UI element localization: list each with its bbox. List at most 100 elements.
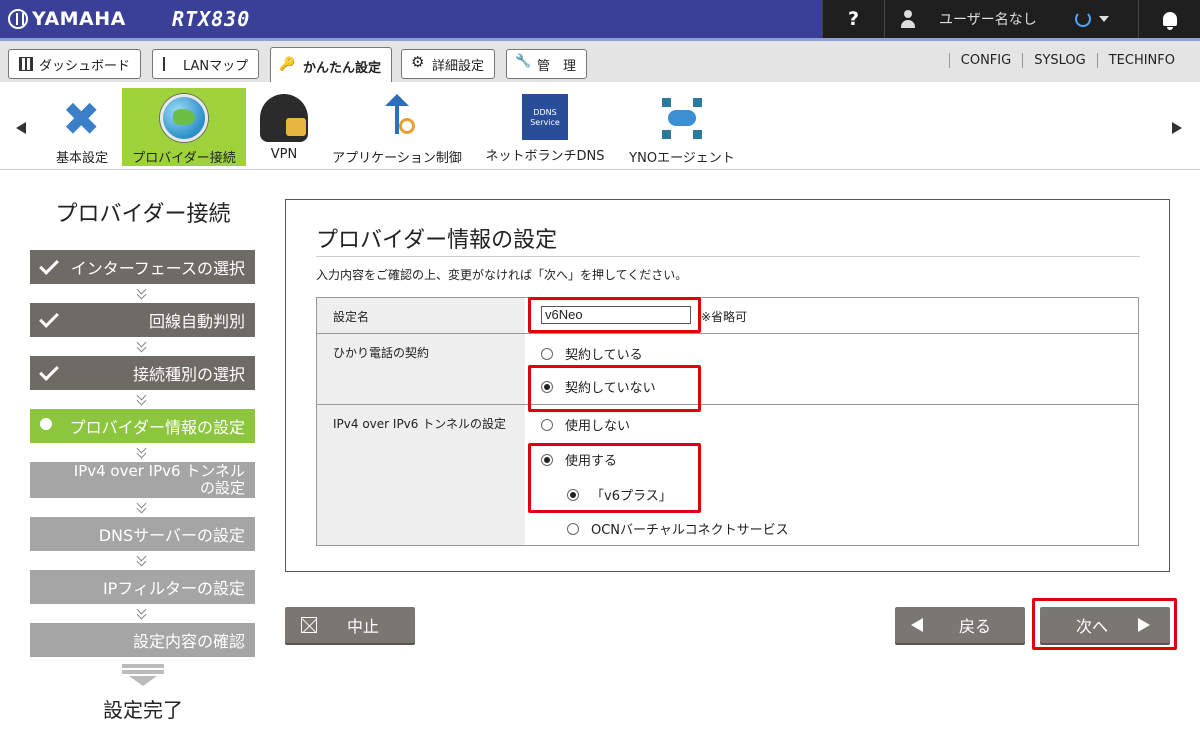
step-label-line2: の設定	[199, 479, 245, 497]
row-label: ひかり電話の契約	[317, 334, 525, 404]
step-interface-select[interactable]: インターフェースの選択	[30, 250, 255, 284]
double-chevron-down-icon	[137, 341, 147, 353]
top-links: CONFIG SYSLOG TECHINFO	[948, 53, 1186, 68]
user-name: ユーザー名なし	[939, 12, 1037, 28]
row-setting-name: 設定名 v6Neo ※省略可	[317, 298, 1138, 334]
step-ip-filter: IPフィルターの設定	[30, 570, 255, 604]
tab-dashboard[interactable]: ダッシュボード	[8, 49, 142, 79]
syslog-link[interactable]: SYSLOG	[1022, 53, 1097, 68]
magnifier-icon	[399, 118, 415, 134]
row-hikari-phone: ひかり電話の契約 契約している 契約していない	[317, 334, 1138, 405]
feature-netvolante-dns[interactable]: DDNS Service ネットボランチDNS	[482, 88, 608, 166]
tab-label: 詳細設定	[432, 58, 485, 74]
cloud-icon	[668, 110, 696, 126]
triangle-left-icon	[911, 618, 923, 632]
feature-label: プロバイダー接続	[132, 151, 236, 166]
back-label: 戻る	[959, 617, 992, 636]
double-chevron-down-icon	[137, 502, 147, 514]
yamaha-logo-icon	[8, 9, 28, 29]
row-label: IPv4 over IPv6 トンネルの設定	[317, 405, 525, 545]
check-icon	[39, 308, 59, 328]
step-dns-server: DNSサーバーの設定	[30, 517, 255, 551]
panel-description: 入力内容をご確認の上、変更がなければ「次へ」を押してください。	[316, 268, 688, 282]
tab-label: 管 理	[537, 58, 577, 74]
settings-table: 設定名 v6Neo ※省略可 ひかり電話の契約 契約している 契約していない I…	[316, 297, 1139, 546]
tab-lan-map[interactable]: LANマップ	[152, 49, 260, 79]
radio-phone-contracted[interactable]: 契約している	[541, 344, 643, 363]
help-button[interactable]: ?	[822, 0, 884, 38]
node-icon	[693, 98, 702, 107]
radio-button[interactable]	[567, 522, 579, 535]
back-button[interactable]: 戻る	[895, 607, 1025, 643]
feature-application-control[interactable]: アプリケーション制御	[328, 88, 466, 166]
loading-spinner-icon	[1074, 11, 1091, 27]
brand-logo: YAMAHA	[8, 8, 126, 30]
feature-icon-bar: 基本設定 プロバイダー接続 VPN アプリケーション制御 DDNS Servic…	[0, 82, 1200, 170]
radio-tunnel-disabled[interactable]: 使用しない	[541, 415, 630, 434]
step-line-auto-detect[interactable]: 回線自動判別	[30, 303, 255, 337]
current-step-icon	[40, 418, 52, 430]
step-finish: 設定完了	[103, 698, 183, 722]
help-icon: ?	[847, 8, 860, 30]
node-icon	[693, 130, 702, 139]
bell-icon	[1162, 12, 1177, 30]
user-menu[interactable]: ユーザー名なし	[884, 0, 1138, 38]
step-label: IPv4 over IPv6 トンネル	[73, 462, 245, 480]
model-name: RTX830	[172, 7, 251, 31]
next-label: 次へ	[1076, 617, 1109, 636]
scroll-left-icon[interactable]	[16, 122, 26, 134]
step-label: 設定内容の確認	[132, 632, 245, 651]
techinfo-link[interactable]: TECHINFO	[1096, 53, 1186, 68]
key-icon	[279, 57, 297, 74]
tab-management[interactable]: 管 理	[506, 49, 588, 79]
wrench-icon	[515, 54, 531, 71]
tab-advanced-settings[interactable]: 詳細設定	[401, 49, 496, 79]
lan-map-icon	[163, 57, 177, 71]
cancel-button[interactable]: 中止	[285, 607, 415, 643]
optional-note: ※省略可	[701, 310, 748, 324]
tab-easy-setup[interactable]: かんたん設定	[270, 47, 393, 85]
radio-button[interactable]	[541, 418, 553, 431]
double-chevron-down-icon	[137, 288, 147, 300]
feature-yno-agent[interactable]: YNOエージェント	[622, 88, 742, 166]
node-icon	[662, 130, 671, 139]
tab-label: LANマップ	[183, 58, 249, 74]
double-chevron-down-icon	[137, 555, 147, 567]
panel-title: プロバイダー情報の設定	[316, 228, 558, 253]
radio-label: 使用しない	[565, 419, 631, 434]
scroll-right-icon[interactable]	[1172, 122, 1182, 134]
highlight-setting-name	[528, 297, 701, 333]
notification-button[interactable]	[1138, 0, 1200, 38]
radio-button[interactable]	[541, 347, 553, 360]
step-label: インターフェースの選択	[70, 259, 245, 278]
highlight-phone-not-contracted	[528, 365, 701, 412]
app-control-icon	[373, 94, 421, 142]
close-box-icon	[301, 617, 317, 633]
tab-label: ダッシュボード	[39, 58, 131, 74]
row-ipv4-over-ipv6: IPv4 over IPv6 トンネルの設定 使用しない 使用する 「v6プラス…	[317, 405, 1138, 545]
radio-ocn-virtual-connect[interactable]: OCNバーチャルコネクトサービス	[567, 519, 789, 538]
finish-arrow-icon	[122, 664, 164, 686]
step-connection-type[interactable]: 接続種別の選択	[30, 356, 255, 390]
ddns-badge-text: DDNS Service	[530, 108, 560, 127]
globe-icon	[160, 94, 208, 142]
config-link[interactable]: CONFIG	[948, 53, 1022, 68]
feature-label: アプリケーション制御	[332, 151, 462, 166]
sidebar-title: プロバイダー接続	[55, 202, 231, 227]
cancel-label: 中止	[347, 617, 380, 636]
feature-vpn[interactable]: VPN	[254, 88, 314, 166]
top-header: YAMAHA RTX830 ? ユーザー名なし	[0, 0, 1200, 38]
radio-label: OCNバーチャルコネクトサービス	[591, 523, 789, 538]
provider-info-panel: プロバイダー情報の設定 入力内容をご確認の上、変更がなければ「次へ」を押してくだ…	[285, 199, 1170, 572]
next-button[interactable]: 次へ	[1040, 607, 1170, 643]
feature-provider-connection[interactable]: プロバイダー接続	[122, 88, 246, 166]
double-chevron-down-icon	[137, 394, 147, 406]
feature-label: YNOエージェント	[629, 151, 735, 166]
ddns-icon: DDNS Service	[522, 94, 568, 140]
check-icon	[39, 361, 59, 381]
feature-basic-settings[interactable]: 基本設定	[44, 88, 120, 166]
dashboard-icon	[19, 57, 33, 71]
user-icon	[901, 10, 915, 28]
feature-label: VPN	[270, 147, 298, 162]
double-chevron-down-icon	[137, 447, 147, 459]
